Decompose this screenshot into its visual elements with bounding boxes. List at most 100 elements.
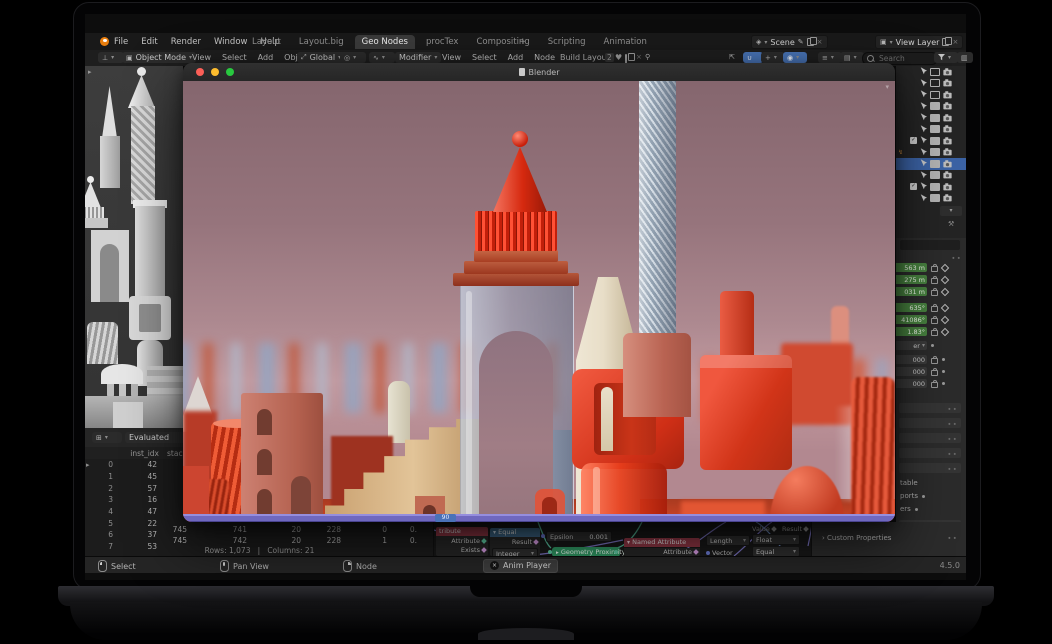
selectable-cursor-icon[interactable] [920,182,927,191]
outliner-row[interactable]: ↯ ✓ [896,112,966,124]
selectable-cursor-icon[interactable] [920,90,927,99]
camera-render-icon[interactable] [943,183,952,191]
snap-magnet-toggle[interactable]: ∪ [743,52,763,63]
geonodes-menu-item[interactable]: Node [534,53,555,62]
outliner-row[interactable]: ↯ ✓ [896,78,966,90]
geonodes-menu-item[interactable]: Select [472,53,497,62]
compare-node-header[interactable]: ▾ Equal [490,528,540,537]
workspace-tab[interactable]: Layout.big [292,35,351,49]
selectable-cursor-icon[interactable] [920,136,927,145]
close-icon[interactable]: × [817,38,823,46]
cell[interactable]: 0. [387,525,417,534]
collapsed-panel[interactable]: ∙∙ [899,463,961,473]
topbar-menu-item[interactable]: File [114,37,128,47]
geonodes-menu-item[interactable]: View [442,53,461,62]
collapse-chevron-icon[interactable]: ▾ [885,83,889,91]
camera-render-icon[interactable] [943,148,952,156]
spreadsheet-editor-type-dropdown[interactable]: ⊞▾ [92,432,122,443]
epsilon-field[interactable]: Epsilon0.001 [546,531,612,542]
cell[interactable]: 745 [157,525,187,534]
geonodes-menu-item[interactable]: Add [508,53,524,62]
render-viewport[interactable]: ▾ [183,81,895,522]
stop-icon[interactable]: × [490,561,499,570]
lock-icon[interactable] [931,382,938,388]
lock-icon[interactable] [931,358,938,364]
camera-render-icon[interactable] [943,79,952,87]
hide-viewport-icon[interactable] [930,102,940,110]
workspace-tab[interactable]: procTex [419,35,465,49]
camera-render-icon[interactable] [943,91,952,99]
lock-icon[interactable] [931,290,938,296]
viewport-editor-type-dropdown[interactable]: ⊥▾ [98,52,124,63]
new-view-layer-icon[interactable] [942,38,949,46]
scale-x-row[interactable]: 000 [896,355,945,364]
timeline-strip[interactable] [183,514,895,522]
cell[interactable]: 745 [157,536,187,545]
lock-icon[interactable] [931,318,938,324]
hide-viewport-icon[interactable] [930,183,940,191]
hide-viewport-icon[interactable] [930,79,940,87]
window-titlebar[interactable]: Blender [183,63,895,81]
minimize-traffic-light[interactable] [211,68,219,76]
topbar-menu-item[interactable]: Window [214,37,248,47]
selectable-cursor-icon[interactable] [920,171,927,180]
view-layer-selector[interactable]: ▣▾ View Layer × [875,35,963,49]
named-attribute-node-body[interactable]: Attribute Exists [436,536,488,556]
lock-icon[interactable] [931,370,938,376]
location-z-row[interactable]: 031 m [896,287,948,296]
lock-icon[interactable] [931,306,938,312]
hide-viewport-icon[interactable] [930,91,940,99]
workspace-tab[interactable]: Geo Nodes [355,35,415,49]
selectable-cursor-icon[interactable] [920,113,927,122]
hide-viewport-icon[interactable] [930,125,940,133]
playhead-frame-badge[interactable]: 90 [435,514,456,522]
hide-viewport-icon[interactable] [930,137,940,145]
outliner-options-button[interactable]: ▥ [957,52,973,63]
outliner-row[interactable]: ↯ ✓ [896,66,966,78]
hide-viewport-icon[interactable] [930,148,940,156]
compare-node-body[interactable]: Result Integer▾ [490,537,540,556]
lock-icon[interactable] [931,278,938,284]
float-dropdown[interactable]: Float▾ [752,534,800,545]
camera-render-icon[interactable] [943,171,952,179]
collapsed-panel[interactable]: ∙∙ [899,433,961,443]
keyframe-diamond-icon[interactable] [941,263,949,271]
workspace-tab[interactable]: Layout [245,35,288,49]
proportional-edit-dropdown[interactable]: ◉▾ [783,52,807,63]
outliner-row[interactable]: ↯ ✓ [896,158,966,170]
pivot-dropdown[interactable]: ◎▾ [340,52,366,63]
cell[interactable]: 228 [311,536,341,545]
outliner-filter-dropdown[interactable]: ▤▾ [840,52,864,63]
collapsed-panel[interactable]: ∙∙ [899,448,961,458]
outliner-row[interactable]: ↯ ✓ [896,124,966,136]
selectable-cursor-icon[interactable] [920,194,927,203]
location-y-row[interactable]: 275 m [896,275,948,284]
outliner-row[interactable]: ↯ ✓ [896,89,966,101]
blender-logo-icon[interactable] [97,37,109,46]
cell[interactable]: 20 [271,525,301,534]
scene-selector[interactable]: ◈▾ Scene ✎ × [751,35,828,49]
selectable-cursor-icon[interactable] [920,148,927,157]
cell[interactable]: 228 [311,525,341,534]
mode-dropdown[interactable]: ▣Object Mode▾ [122,52,196,63]
lock-icon[interactable] [931,330,938,336]
named-attribute2-node-body[interactable]: Attribute [624,548,700,556]
outliner-row[interactable]: ↯ ✓ [896,181,966,193]
collapsed-panel[interactable]: ∙∙ [899,418,961,428]
hide-viewport-icon[interactable] [930,171,940,179]
collapsed-panel[interactable]: ∙∙ [899,403,961,413]
outliner-row[interactable]: ↯ ✓ [896,170,966,182]
selectable-cursor-icon[interactable] [920,159,927,168]
hide-viewport-icon[interactable] [930,68,940,76]
viewport-menu-item[interactable]: View [192,53,211,62]
parent-transform-icon[interactable]: ⇱ [729,53,735,61]
rotation-z-row[interactable]: 1.83° [896,327,948,336]
outliner-collapse-button[interactable]: ▾ [940,206,962,216]
hide-viewport-icon[interactable] [930,114,940,122]
outliner-row[interactable]: ↯ ✓ [896,101,966,113]
location-x-row[interactable]: 563 m [896,263,948,272]
selectable-cursor-icon[interactable] [920,102,927,111]
orientation-dropdown[interactable]: ⤢Global▾ [297,52,345,63]
workspace-tab[interactable]: Scripting [541,35,593,49]
scale-z-row[interactable]: 000 [896,379,945,388]
